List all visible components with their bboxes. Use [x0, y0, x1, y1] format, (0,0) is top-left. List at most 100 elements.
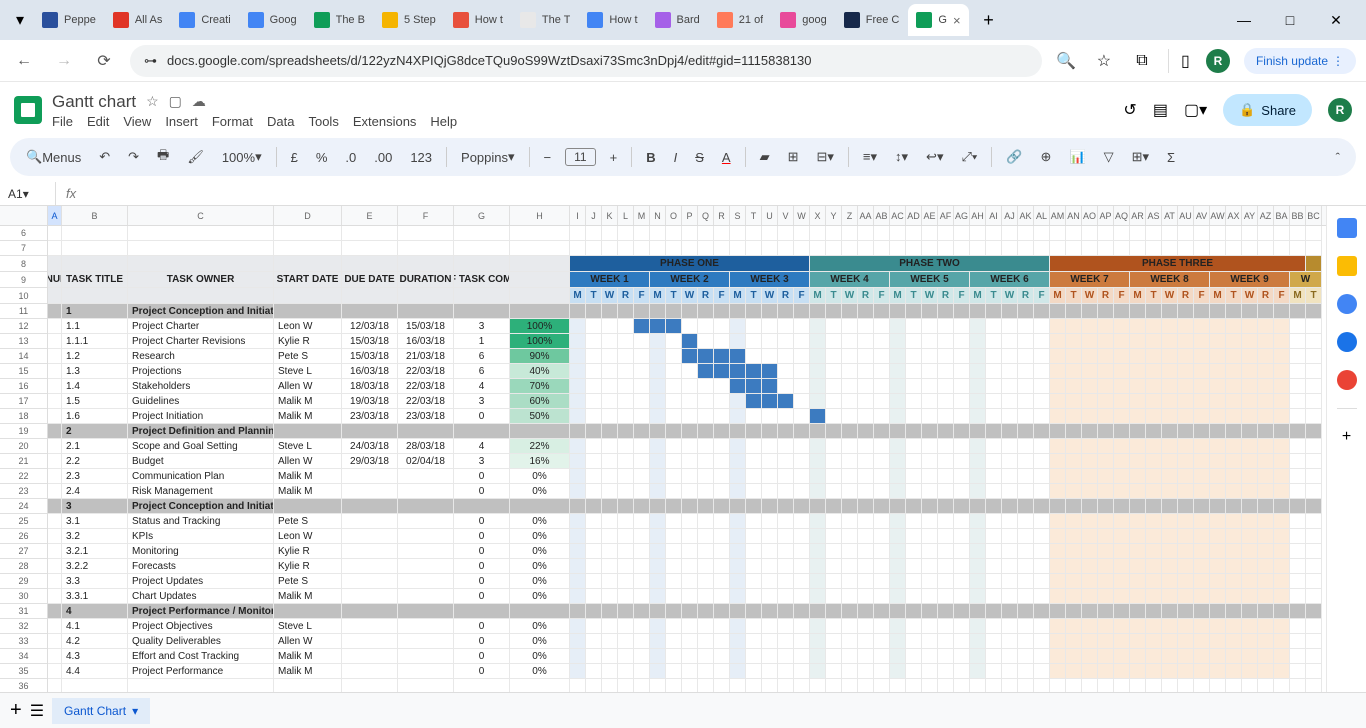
cell[interactable] — [1034, 589, 1050, 604]
cell[interactable]: Allen W — [274, 454, 342, 469]
cell[interactable] — [778, 349, 794, 364]
cell[interactable] — [1242, 394, 1258, 409]
merge-button[interactable]: ⊟▾ — [812, 147, 837, 167]
cell[interactable] — [1258, 364, 1274, 379]
cell[interactable] — [618, 559, 634, 574]
cell[interactable]: W — [602, 288, 618, 304]
cell[interactable] — [586, 544, 602, 559]
cell[interactable] — [698, 319, 714, 334]
cell[interactable] — [842, 439, 858, 454]
cell[interactable]: 4 — [62, 604, 128, 619]
cell[interactable] — [762, 349, 778, 364]
cell[interactable] — [650, 334, 666, 349]
cell[interactable] — [698, 439, 714, 454]
cell[interactable] — [874, 379, 890, 394]
cell[interactable] — [810, 364, 826, 379]
cell[interactable] — [1050, 544, 1066, 559]
cell[interactable] — [1162, 544, 1178, 559]
document-title[interactable]: Gantt chart — [52, 92, 136, 112]
cell[interactable] — [874, 454, 890, 469]
cell[interactable] — [778, 226, 794, 241]
site-info-icon[interactable]: ⊶ — [144, 53, 157, 69]
cell[interactable] — [1242, 319, 1258, 334]
cell[interactable]: F — [1034, 288, 1050, 304]
cell[interactable] — [970, 484, 986, 499]
cell[interactable] — [634, 469, 650, 484]
cell[interactable] — [1290, 589, 1306, 604]
cell[interactable] — [666, 634, 682, 649]
cell[interactable] — [826, 604, 842, 619]
cell[interactable] — [842, 589, 858, 604]
cell[interactable] — [954, 439, 970, 454]
cell[interactable]: 4 — [454, 379, 510, 394]
cell[interactable] — [1258, 394, 1274, 409]
cell[interactable]: M — [810, 288, 826, 304]
cell[interactable]: F — [1274, 288, 1290, 304]
cell[interactable] — [1050, 409, 1066, 424]
cell[interactable] — [746, 664, 762, 679]
cell[interactable] — [570, 514, 586, 529]
cell[interactable] — [1066, 241, 1082, 256]
cell[interactable] — [714, 424, 730, 439]
cell[interactable] — [794, 409, 810, 424]
cell[interactable] — [954, 424, 970, 439]
cell[interactable] — [1082, 226, 1098, 241]
browser-tab[interactable]: 21 of — [709, 4, 771, 36]
cell[interactable] — [906, 379, 922, 394]
cell[interactable] — [1242, 439, 1258, 454]
cell[interactable] — [1066, 364, 1082, 379]
cell[interactable]: W — [1290, 272, 1322, 288]
cell[interactable] — [698, 334, 714, 349]
cell[interactable] — [1082, 241, 1098, 256]
cell[interactable] — [1162, 634, 1178, 649]
row-header[interactable]: 25 — [0, 514, 47, 529]
cell[interactable]: 0 — [454, 589, 510, 604]
cell[interactable]: 3 — [62, 499, 128, 514]
cell[interactable] — [746, 574, 762, 589]
browser-tab[interactable]: The B — [306, 4, 373, 36]
cell[interactable]: WEEK 3 — [730, 272, 810, 288]
cell[interactable] — [1066, 634, 1082, 649]
cell[interactable] — [570, 409, 586, 424]
cell[interactable] — [1162, 604, 1178, 619]
cell[interactable] — [1050, 364, 1066, 379]
cell[interactable] — [618, 394, 634, 409]
cell[interactable] — [1290, 439, 1306, 454]
cell[interactable]: 1 — [454, 334, 510, 349]
cell[interactable] — [1082, 304, 1098, 319]
cell[interactable] — [1290, 649, 1306, 664]
cell[interactable] — [698, 226, 714, 241]
cell[interactable] — [634, 529, 650, 544]
cell[interactable] — [906, 514, 922, 529]
cell[interactable]: WEEK 4 — [810, 272, 890, 288]
cell[interactable]: 3 — [454, 319, 510, 334]
cell[interactable] — [650, 349, 666, 364]
cell[interactable] — [342, 529, 398, 544]
cell[interactable] — [48, 424, 62, 439]
cell[interactable]: 12/03/18 — [342, 319, 398, 334]
cell[interactable] — [666, 226, 682, 241]
cell[interactable] — [1162, 469, 1178, 484]
cell[interactable] — [618, 484, 634, 499]
cell[interactable] — [1050, 559, 1066, 574]
cell[interactable] — [1290, 409, 1306, 424]
cell[interactable] — [810, 619, 826, 634]
cell[interactable] — [970, 424, 986, 439]
cell[interactable] — [890, 469, 906, 484]
cell[interactable] — [1082, 319, 1098, 334]
cell[interactable] — [1146, 424, 1162, 439]
cell[interactable] — [938, 304, 954, 319]
decrease-decimal-button[interactable]: .0 — [341, 148, 360, 167]
cell[interactable] — [1226, 484, 1242, 499]
cell[interactable]: 0 — [454, 574, 510, 589]
cell[interactable] — [1194, 514, 1210, 529]
cell[interactable] — [906, 649, 922, 664]
cell[interactable] — [618, 664, 634, 679]
cell[interactable]: M — [1210, 288, 1226, 304]
cell[interactable] — [1034, 364, 1050, 379]
cell[interactable] — [1194, 349, 1210, 364]
cell[interactable] — [1018, 514, 1034, 529]
cell[interactable] — [454, 604, 510, 619]
cell[interactable] — [1162, 619, 1178, 634]
cell[interactable] — [1290, 544, 1306, 559]
